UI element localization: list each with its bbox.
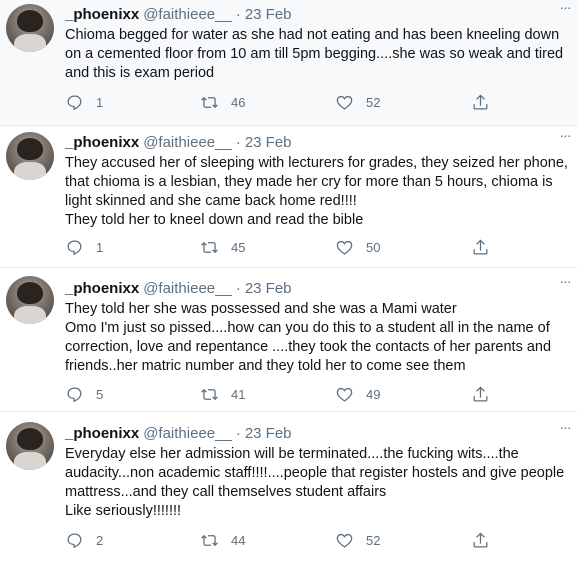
retweet-button[interactable]: 44 xyxy=(200,531,245,550)
reply-button[interactable]: 2 xyxy=(65,531,103,550)
retweet-count: 41 xyxy=(231,386,246,402)
reply-count: 5 xyxy=(96,386,104,402)
display-name[interactable]: _phoenixx xyxy=(65,134,139,151)
like-button[interactable]: 52 xyxy=(335,531,380,550)
like-button[interactable]: 52 xyxy=(335,93,380,112)
reply-icon xyxy=(67,387,82,402)
tweet-text: Chioma begged for water as she had not e… xyxy=(65,27,564,81)
reply-button[interactable]: 5 xyxy=(65,385,103,404)
share-button[interactable] xyxy=(471,93,490,112)
tweet-thread: _phoenixx @faithieee__ · 23 Feb Chioma b… xyxy=(0,0,577,562)
retweet-count: 46 xyxy=(231,94,246,110)
share-button[interactable] xyxy=(471,531,490,550)
tweet-text: They accused her of sleeping with lectur… xyxy=(65,155,568,228)
tweet[interactable]: _phoenixx @faithieee__ · 23 Feb Everyday… xyxy=(0,412,577,562)
tweet-text: They told her she was possessed and she … xyxy=(65,301,552,374)
reply-count: 1 xyxy=(96,94,104,110)
retweet-icon xyxy=(201,96,218,108)
tweet-actions: 2 44 52 xyxy=(65,529,488,551)
separator: · xyxy=(235,5,241,23)
heart-icon xyxy=(336,387,353,402)
share-icon xyxy=(473,238,488,254)
tweet-date[interactable]: 23 Feb xyxy=(245,134,292,151)
user-handle[interactable]: @faithieee__ xyxy=(143,280,232,297)
reply-count: 1 xyxy=(96,239,104,255)
reply-icon xyxy=(67,240,82,255)
more-icon[interactable]: ··· xyxy=(556,0,574,20)
display-name[interactable]: _phoenixx xyxy=(65,280,139,297)
tweet-header: _phoenixx @faithieee__ · 23 Feb xyxy=(65,277,569,299)
retweet-button[interactable]: 45 xyxy=(200,238,245,257)
share-button[interactable] xyxy=(471,385,490,404)
reply-count: 2 xyxy=(96,532,104,548)
tweet-header: _phoenixx @faithieee__ · 23 Feb xyxy=(65,3,569,25)
separator: · xyxy=(235,279,241,297)
user-handle[interactable]: @faithieee__ xyxy=(143,425,232,442)
share-icon xyxy=(473,531,488,547)
tweet-text: Everyday else her admission will be term… xyxy=(65,446,565,519)
tweet-header: _phoenixx @faithieee__ · 23 Feb xyxy=(65,422,569,444)
tweet-date[interactable]: 23 Feb xyxy=(245,280,292,297)
tweet-date[interactable]: 23 Feb xyxy=(245,6,292,23)
tweet-header: _phoenixx @faithieee__ · 23 Feb xyxy=(65,131,569,153)
tweet[interactable]: _phoenixx @faithieee__ · 23 Feb They acc… xyxy=(0,126,577,268)
separator: · xyxy=(235,424,241,442)
display-name[interactable]: _phoenixx xyxy=(65,6,139,23)
retweet-count: 44 xyxy=(231,532,246,548)
share-icon xyxy=(473,385,488,401)
retweet-button[interactable]: 41 xyxy=(200,385,245,404)
retweet-count: 45 xyxy=(231,239,246,255)
like-count: 52 xyxy=(366,532,381,548)
heart-icon xyxy=(336,95,353,110)
retweet-icon xyxy=(201,241,218,253)
reply-button[interactable]: 1 xyxy=(65,93,103,112)
reply-button[interactable]: 1 xyxy=(65,238,103,257)
share-icon xyxy=(473,93,488,109)
tweet-date[interactable]: 23 Feb xyxy=(245,425,292,442)
reply-icon xyxy=(67,95,82,110)
tweet-actions: 5 41 49 xyxy=(65,383,488,405)
tweet-actions: 1 45 50 xyxy=(65,236,488,258)
display-name[interactable]: _phoenixx xyxy=(65,425,139,442)
retweet-button[interactable]: 46 xyxy=(200,93,245,112)
like-count: 52 xyxy=(366,94,381,110)
more-icon[interactable]: ··· xyxy=(556,128,574,148)
user-handle[interactable]: @faithieee__ xyxy=(143,134,232,151)
tweet-actions: 1 46 52 xyxy=(65,91,488,113)
avatar[interactable] xyxy=(6,422,54,470)
like-count: 49 xyxy=(366,386,381,402)
more-icon[interactable]: ··· xyxy=(556,274,574,294)
reply-icon xyxy=(67,533,82,548)
tweet[interactable]: _phoenixx @faithieee__ · 23 Feb They tol… xyxy=(0,268,577,412)
more-icon[interactable]: ··· xyxy=(556,420,574,440)
heart-icon xyxy=(336,240,353,255)
share-button[interactable] xyxy=(471,238,490,257)
like-button[interactable]: 49 xyxy=(335,385,380,404)
avatar[interactable] xyxy=(6,132,54,180)
separator: · xyxy=(235,133,241,151)
heart-icon xyxy=(336,533,353,548)
avatar[interactable] xyxy=(6,4,54,52)
retweet-icon xyxy=(201,388,218,400)
like-count: 50 xyxy=(366,239,381,255)
user-handle[interactable]: @faithieee__ xyxy=(143,6,232,23)
retweet-icon xyxy=(201,534,218,546)
like-button[interactable]: 50 xyxy=(335,238,380,257)
avatar[interactable] xyxy=(6,276,54,324)
tweet[interactable]: _phoenixx @faithieee__ · 23 Feb Chioma b… xyxy=(0,0,577,126)
